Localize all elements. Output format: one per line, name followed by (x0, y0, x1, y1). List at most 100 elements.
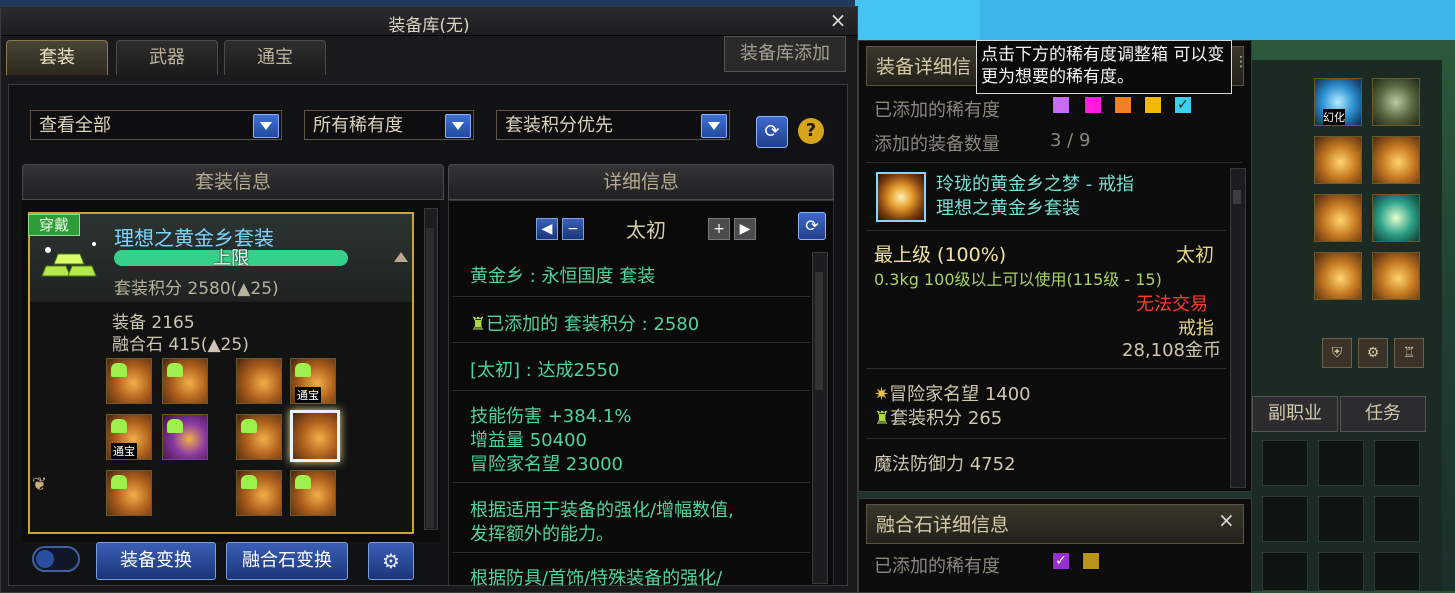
view-filter-value: 查看全部 (39, 115, 111, 136)
rarity-swatch-pink[interactable] (1084, 96, 1102, 114)
inventory-slot[interactable] (1374, 496, 1420, 542)
help-icon[interactable]: ? (798, 118, 824, 144)
inventory-slot[interactable] (1374, 440, 1420, 486)
close-icon[interactable]: × (1218, 508, 1235, 532)
close-icon[interactable]: × (827, 9, 849, 31)
next-arrow-icon[interactable]: ▶ (734, 218, 756, 240)
equipment-slot[interactable] (162, 358, 208, 404)
achieved-grade: [太初] : 达成2550 (470, 360, 620, 381)
transmog-icon[interactable]: 幻化 (1314, 78, 1362, 126)
stat-fame: 冒险家名望 23000 (470, 454, 623, 475)
inventory-item[interactable] (1314, 194, 1362, 242)
inventory-slot[interactable] (1318, 440, 1364, 486)
plus-icon[interactable]: + (708, 218, 730, 240)
view-filter-dropdown[interactable]: 查看全部 (30, 110, 282, 140)
fusion-rarity-swatch-gold[interactable] (1082, 552, 1100, 570)
collapse-arrow-icon[interactable] (394, 252, 408, 262)
equipment-slot[interactable]: 通宝 (290, 358, 336, 404)
inventory-slot[interactable] (1318, 496, 1364, 542)
prev-arrow-icon[interactable]: ◀ (536, 218, 558, 240)
sort-value: 套装积分优先 (505, 115, 613, 136)
minus-icon[interactable]: − (562, 218, 584, 240)
added-count-label: 添加的装备数量 (874, 134, 1000, 155)
set-info-header: 套装信息 (22, 164, 444, 200)
item-detail-scrollbar[interactable] (1230, 168, 1246, 488)
fusion-rarity-label: 已添加的稀有度 (874, 556, 1000, 577)
rarity-swatch-check[interactable]: ✓ (1174, 96, 1192, 114)
set-score-icon: ♜ (470, 314, 487, 335)
fusion-rarity-swatch-purple[interactable]: ✓ (1052, 552, 1070, 570)
pin-icon[interactable]: ⋮ (1234, 54, 1248, 78)
divider (452, 296, 810, 297)
inventory-slot[interactable] (1318, 552, 1364, 591)
set-score-icon: ♜ (874, 408, 891, 429)
equipment-slot[interactable] (236, 414, 282, 460)
scrollbar-thumb[interactable] (426, 228, 434, 528)
equipment-slot[interactable] (162, 414, 208, 460)
coin-tag: 通宝 (295, 387, 321, 403)
item-magic-defense: 魔法防御力 4752 (874, 454, 1016, 475)
tab-set[interactable]: 套装 (6, 40, 108, 75)
fusion-swap-button[interactable]: 融合石变换 (226, 542, 348, 580)
chevron-down-icon[interactable] (701, 114, 727, 138)
armor-icon[interactable]: ♖ (1394, 338, 1424, 368)
rarity-filter-value: 所有稀有度 (313, 115, 403, 136)
progress-label: 上限 (213, 248, 249, 269)
equipment-icon[interactable]: ⛨ (1322, 338, 1352, 368)
inventory-slot[interactable] (1262, 496, 1308, 542)
window-titlebar[interactable]: 装备库(无) × (1, 7, 857, 36)
item-trade: 无法交易 (1136, 294, 1208, 315)
sky-background (855, 0, 980, 40)
inventory-item[interactable] (1372, 136, 1420, 184)
gear-icon[interactable]: ⚙ (1358, 338, 1388, 368)
rarity-filter-dropdown[interactable]: 所有稀有度 (304, 110, 474, 140)
inventory-slot[interactable] (1374, 552, 1420, 591)
equipment-slot[interactable] (106, 470, 152, 516)
set-score: 套装积分 2580(▲25) (114, 279, 279, 299)
equip-swap-button[interactable]: 装备变换 (96, 542, 216, 580)
inventory-item[interactable] (1314, 252, 1362, 300)
wrench-icon[interactable]: ⚙ (368, 542, 414, 580)
item-price: 28,108金币 (1122, 340, 1221, 361)
equipment-slot-selected[interactable] (290, 410, 340, 462)
toggle-knob[interactable] (36, 550, 54, 568)
refresh-icon[interactable]: ⟳ (798, 212, 826, 240)
tab-quest[interactable]: 任务 (1340, 396, 1426, 432)
wearing-badge: 穿戴 (28, 214, 80, 236)
tab-sub-profession[interactable]: 副职业 (1252, 396, 1338, 432)
set-title: 黄金乡 : 永恒国度 套装 (470, 266, 656, 287)
rarity-swatch-gold[interactable] (1144, 96, 1162, 114)
divider (866, 162, 1242, 163)
refresh-icon[interactable]: ⟳ (756, 116, 788, 148)
rarity-swatch-orange[interactable] (1114, 96, 1132, 114)
detail-info-header: 详细信息 (448, 164, 834, 200)
sort-dropdown[interactable]: 套装积分优先 (496, 110, 730, 140)
tab-coin[interactable]: 通宝 (224, 40, 326, 75)
divider (866, 230, 1226, 231)
equipment-slot[interactable]: 通宝 (106, 414, 152, 460)
rarity-swatch-purple[interactable] (1052, 96, 1070, 114)
chevron-down-icon[interactable] (253, 114, 279, 138)
inventory-item[interactable] (1372, 252, 1420, 300)
description-line: 根据适用于装备的强化/增幅数值, (470, 500, 734, 521)
equipment-slot[interactable] (236, 358, 282, 404)
inventory-item[interactable] (1372, 194, 1420, 242)
chevron-down-icon[interactable] (445, 114, 471, 138)
inventory-item[interactable] (1314, 136, 1362, 184)
scrollbar-thumb[interactable] (1233, 190, 1241, 204)
item-set-name: 理想之黄金乡套装 (936, 198, 1080, 219)
equipment-detail-title: 装备详细信 (876, 56, 972, 78)
add-to-storage-button[interactable]: 装备库添加 (724, 36, 846, 72)
item-name: 玲珑的黄金乡之梦 - 戒指 (936, 174, 1134, 195)
ring-icon (876, 172, 926, 222)
inventory-slot[interactable] (1262, 440, 1308, 486)
inventory-slot[interactable] (1262, 552, 1308, 591)
inventory-item[interactable] (1372, 78, 1420, 126)
equipment-slot[interactable] (290, 470, 336, 516)
equipment-slot[interactable] (236, 470, 282, 516)
tab-weapon[interactable]: 武器 (116, 40, 218, 75)
equipment-slot[interactable] (106, 358, 152, 404)
scrollbar-thumb[interactable] (815, 272, 823, 390)
divider (452, 482, 810, 483)
emblem-icon: ❦ (32, 474, 48, 495)
